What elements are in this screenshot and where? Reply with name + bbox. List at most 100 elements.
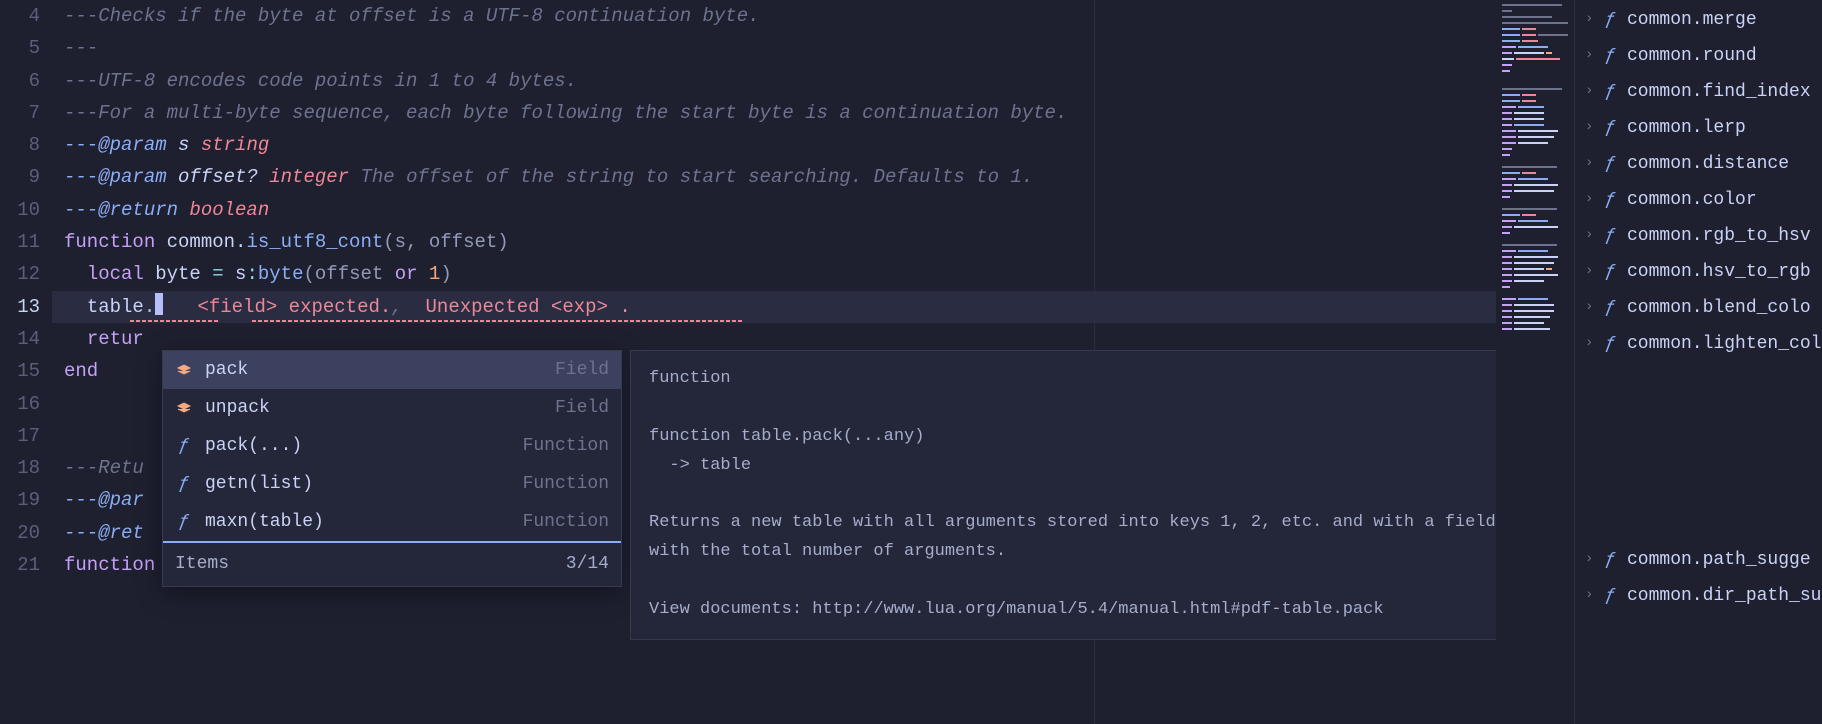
field-icon: [173, 400, 195, 416]
comment: ---For a multi-byte sequence, each byte …: [64, 102, 1067, 124]
keyword: local: [87, 263, 144, 285]
doc-annotation: ---@param: [64, 134, 178, 156]
line-number: 15: [0, 355, 40, 387]
outline-label: common.merge: [1627, 5, 1757, 36]
line-number: 10: [0, 194, 40, 226]
outline-sidebar[interactable]: ›ƒcommon.merge ›ƒcommon.round ›ƒcommon.f…: [1574, 0, 1822, 724]
outline-label: common.hsv_to_rgb: [1627, 257, 1811, 288]
outline-item[interactable]: ›ƒcommon.distance: [1575, 146, 1822, 182]
outline-label: common.rgb_to_hsv: [1627, 221, 1811, 252]
outline-item[interactable]: ›ƒcommon.dir_path_su: [1575, 578, 1822, 614]
chevron-right-icon: ›: [1585, 260, 1599, 284]
diagnostic-error: <field> expected.: [197, 296, 391, 318]
outline-label: common.path_sugge: [1627, 545, 1811, 576]
outline-item[interactable]: ›ƒcommon.lerp: [1575, 110, 1822, 146]
outline-item[interactable]: ›ƒ common.merge: [1575, 2, 1822, 38]
chevron-right-icon: ›: [1585, 224, 1599, 248]
line-number: 4: [0, 0, 40, 32]
line-number: 18: [0, 452, 40, 484]
line-number: 17: [0, 420, 40, 452]
outline-label: common.lighten_col: [1627, 329, 1821, 360]
outline-item[interactable]: ›ƒcommon.lighten_col: [1575, 326, 1822, 362]
outline-label: common.blend_colo: [1627, 293, 1811, 324]
error-underline: [252, 320, 742, 322]
param-type: string: [201, 134, 269, 156]
chevron-right-icon: ›: [1585, 188, 1599, 212]
completion-footer-label: Items: [175, 549, 229, 580]
line-number: 5: [0, 32, 40, 64]
outline-label: common.dir_path_su: [1627, 581, 1821, 612]
outline-item[interactable]: ›ƒcommon.rgb_to_hsv: [1575, 218, 1822, 254]
error-underline: [130, 320, 220, 322]
function-icon: ƒ: [173, 469, 195, 500]
outline-item[interactable]: ›ƒ common.path_sugge: [1575, 542, 1822, 578]
function-icon: ƒ: [1605, 41, 1619, 72]
function-icon: ƒ: [1605, 113, 1619, 144]
completion-kind: Field: [555, 355, 609, 386]
line-number: 20: [0, 517, 40, 549]
completion-label: pack: [205, 355, 555, 386]
documentation-popup: function function table.pack(...any) -> …: [630, 350, 1570, 640]
outline-item[interactable]: ›ƒ common.hsv_to_rgb: [1575, 254, 1822, 290]
minimap[interactable]: [1496, 0, 1574, 724]
outline-label: common.find_index: [1627, 77, 1811, 108]
completion-kind: Field: [555, 393, 609, 424]
outline-label: common.distance: [1627, 149, 1789, 180]
chevron-right-icon: ›: [1585, 548, 1599, 572]
outline-item[interactable]: ›ƒcommon.round: [1575, 38, 1822, 74]
field-icon: [173, 362, 195, 378]
chevron-right-icon: ›: [1585, 8, 1599, 32]
doc-signature: -> table: [649, 456, 751, 475]
function-icon: ƒ: [1605, 149, 1619, 180]
completion-popup[interactable]: pack Field unpack Field ƒ pack(...) Func…: [162, 350, 622, 587]
outline-item[interactable]: ›ƒcommon.color: [1575, 182, 1822, 218]
doc-link[interactable]: http://www.lua.org/manual/5.4/manual.htm…: [812, 600, 1383, 619]
outline-label: common.lerp: [1627, 113, 1746, 144]
chevron-right-icon: ›: [1585, 332, 1599, 356]
completion-item[interactable]: ƒ getn(list) Function: [163, 465, 621, 503]
function-icon: ƒ: [1605, 293, 1619, 324]
line-number: 7: [0, 97, 40, 129]
line-number: 21: [0, 549, 40, 581]
completion-label: getn(list): [205, 469, 523, 500]
completion-item[interactable]: pack Field: [163, 351, 621, 389]
doc-signature: function table.pack(...any): [649, 427, 924, 446]
function-icon: ƒ: [1605, 257, 1619, 288]
doc-annotation: ---@ret: [64, 522, 144, 544]
function-icon: ƒ: [1605, 5, 1619, 36]
params: (s, offset): [383, 231, 508, 253]
line-number: 9: [0, 161, 40, 193]
comment: ---: [64, 37, 98, 59]
diagnostic-error: Unexpected <exp> .: [426, 296, 631, 318]
function-icon: ƒ: [1605, 545, 1619, 576]
completion-item[interactable]: ƒ pack(...) Function: [163, 427, 621, 465]
outline-item[interactable]: ›ƒcommon.find_index: [1575, 74, 1822, 110]
namespace: common.: [155, 231, 246, 253]
return-type: boolean: [189, 199, 269, 221]
doc-description: Returns a new table with all arguments s…: [649, 513, 1547, 561]
completion-kind: Function: [523, 431, 609, 462]
line-number: 14: [0, 323, 40, 355]
outline-item[interactable]: ›ƒ common.blend_colo: [1575, 290, 1822, 326]
comment: ---Retu: [64, 457, 144, 479]
completion-item[interactable]: unpack Field: [163, 389, 621, 427]
line-number: 16: [0, 388, 40, 420]
comment: ---Checks if the byte at offset is a UTF…: [64, 5, 760, 27]
text-cursor: [155, 293, 163, 315]
function-icon: ƒ: [173, 431, 195, 462]
function-icon: ƒ: [1605, 77, 1619, 108]
param-name: s: [178, 134, 201, 156]
line-number: 11: [0, 226, 40, 258]
keyword: function: [64, 231, 155, 253]
doc-annotation: ---@param: [64, 166, 178, 188]
param-type: integer: [269, 166, 349, 188]
line-number: 6: [0, 65, 40, 97]
doc-annotation: ---@return: [64, 199, 189, 221]
line-number: 12: [0, 258, 40, 290]
completion-item[interactable]: ƒ maxn(table) Function: [163, 503, 621, 541]
function-icon: ƒ: [173, 507, 195, 538]
chevron-right-icon: ›: [1585, 296, 1599, 320]
completion-label: pack(...): [205, 431, 523, 462]
param-name: offset?: [178, 166, 269, 188]
completion-label: unpack: [205, 393, 555, 424]
